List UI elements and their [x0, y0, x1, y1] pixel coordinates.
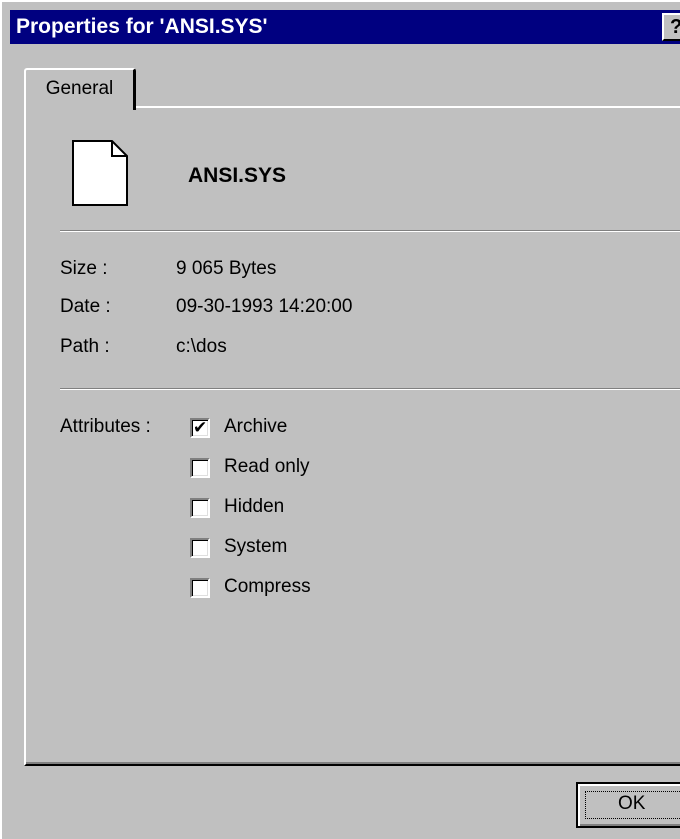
compress-label[interactable]: Compress: [224, 576, 311, 598]
date-value: 09-30-1993 14:20:00: [176, 296, 353, 317]
ok-button[interactable]: OK: [576, 782, 680, 828]
tab-general[interactable]: General: [24, 68, 136, 110]
properties-dialog: Properties for 'ANSI.SYS' ? General ANSI…: [0, 0, 680, 839]
archive-label[interactable]: Archive: [224, 416, 287, 438]
hidden-checkbox[interactable]: [190, 498, 210, 518]
read-only-checkbox[interactable]: [190, 458, 210, 478]
system-label[interactable]: System: [224, 536, 287, 558]
separator: [60, 230, 680, 232]
help-button[interactable]: ?: [662, 13, 680, 41]
system-checkbox[interactable]: [190, 538, 210, 558]
path-label: Path :: [60, 336, 110, 357]
window-title: Properties for 'ANSI.SYS': [16, 15, 268, 38]
file-name: ANSI.SYS: [188, 164, 287, 187]
checkmark-icon: ✔: [193, 418, 208, 437]
compress-checkbox[interactable]: [190, 578, 210, 598]
ok-button-label: OK: [618, 793, 646, 814]
title-bar[interactable]: Properties for 'ANSI.SYS': [10, 10, 680, 44]
path-value: c:\dos: [176, 336, 227, 357]
size-label: Size :: [60, 258, 108, 279]
size-value: 9 065 Bytes: [176, 258, 277, 279]
archive-checkbox[interactable]: ✔: [190, 418, 210, 438]
separator: [60, 388, 680, 390]
hidden-label[interactable]: Hidden: [224, 496, 284, 518]
read-only-label[interactable]: Read only: [224, 456, 310, 478]
attributes-label: Attributes :: [60, 416, 151, 437]
document-icon: [72, 140, 128, 206]
date-label: Date :: [60, 296, 111, 317]
tab-general-label: General: [45, 78, 114, 99]
